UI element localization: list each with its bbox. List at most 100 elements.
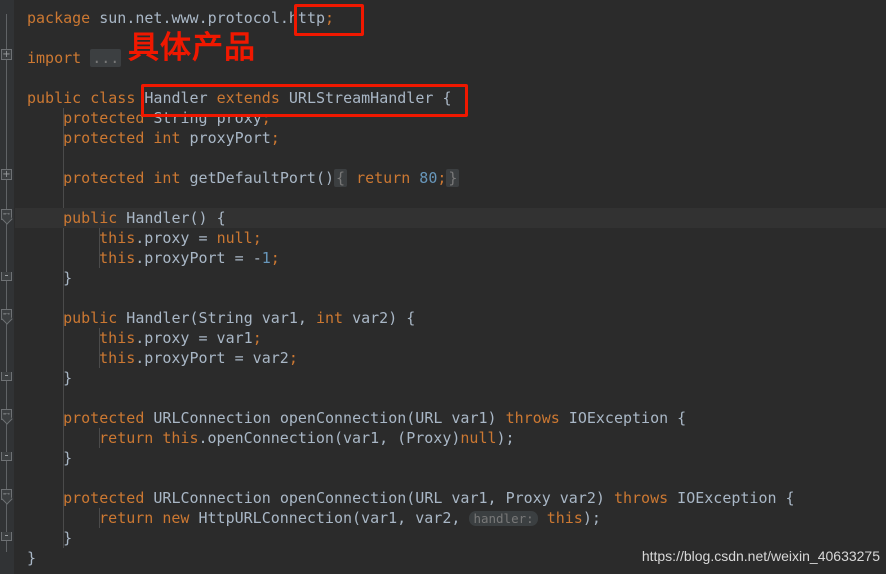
fold-end-constructor-icon[interactable] <box>1 272 12 281</box>
code-line-text: return new HttpURLConnection(var1, var2,… <box>15 508 601 529</box>
code-line[interactable] <box>15 148 63 168</box>
code-token: ; <box>252 229 262 247</box>
fold-placeholder[interactable]: { <box>334 169 348 187</box>
code-token: 1 <box>261 249 271 267</box>
code-line[interactable]: protected URLConnection openConnection(U… <box>15 488 795 508</box>
code-token: ; <box>325 9 335 27</box>
code-token: ; <box>288 349 298 367</box>
code-token: protected <box>63 169 145 187</box>
code-line[interactable]: public class Handler extends URLStreamHa… <box>15 88 451 108</box>
fold-end-openconnection1-icon[interactable] <box>1 452 12 461</box>
code-line-text: protected int proxyPort; <box>15 128 280 148</box>
code-line[interactable]: protected URLConnection openConnection(U… <box>15 408 686 428</box>
code-line[interactable]: import ... <box>15 48 122 68</box>
code-line[interactable] <box>15 68 27 88</box>
code-line[interactable]: this.proxyPort = var2; <box>15 348 298 368</box>
code-line[interactable]: this.proxyPort = -1; <box>15 248 280 268</box>
code-line-text: protected URLConnection openConnection(U… <box>15 408 686 428</box>
code-token: IOException { <box>668 489 795 507</box>
code-token: this <box>162 429 199 447</box>
code-token: ); <box>582 509 601 527</box>
editor-gutter[interactable] <box>0 0 14 574</box>
fold-end-openconnection2-icon[interactable] <box>1 532 12 541</box>
code-line[interactable] <box>15 28 27 48</box>
code-token: protected <box>63 489 145 507</box>
code-line-text: this.proxy = null; <box>15 228 262 248</box>
code-token: public <box>63 309 118 327</box>
code-token: IOException { <box>559 409 687 427</box>
fold-expand-import-icon[interactable]: + <box>1 49 12 60</box>
fold-expand-getdefaultport-icon[interactable]: + <box>1 169 12 180</box>
code-token: } <box>63 369 73 387</box>
code-token: new <box>162 509 190 527</box>
code-token: String proxy <box>144 109 262 127</box>
code-token: URLConnection openConnection(URL var1) <box>144 409 506 427</box>
code-token: ; <box>261 109 271 127</box>
code-token: .proxy = <box>135 229 217 247</box>
code-line-text: return this.openConnection(var1, (Proxy)… <box>15 428 514 448</box>
code-token: } <box>63 449 73 467</box>
code-token: this <box>99 229 136 247</box>
code-line[interactable]: public Handler(String var1, int var2) { <box>15 308 415 328</box>
code-token: extends <box>216 89 280 107</box>
code-line-text: import ... <box>15 48 122 68</box>
code-line[interactable]: return new HttpURLConnection(var1, var2,… <box>15 508 601 528</box>
code-line[interactable]: } <box>15 368 72 388</box>
code-line[interactable]: protected int proxyPort; <box>15 128 280 148</box>
code-line[interactable]: } <box>15 528 72 548</box>
code-token: int <box>153 169 181 187</box>
code-line[interactable]: } <box>15 448 72 468</box>
chinese-annotation-label: 具体产品 <box>128 30 256 66</box>
code-area[interactable]: package sun.net.www.protocol.http; import… <box>15 0 886 574</box>
code-line[interactable]: this.proxy = null; <box>15 228 262 248</box>
code-line[interactable]: protected String proxy; <box>15 108 271 128</box>
code-token: throws <box>505 409 560 427</box>
code-token: URLStreamHandler <box>279 89 443 107</box>
code-line-text: public class Handler extends URLStreamHa… <box>15 88 451 108</box>
code-token: public <box>27 89 82 107</box>
fold-placeholder[interactable]: } <box>446 169 460 187</box>
code-token: return <box>99 429 154 447</box>
code-token: } <box>63 529 73 547</box>
code-token: public <box>63 209 118 227</box>
code-line[interactable] <box>15 188 63 208</box>
code-token: return <box>356 169 411 187</box>
code-token: ; <box>270 249 280 267</box>
code-token: int <box>315 309 344 327</box>
fold-end-constructor2-icon[interactable] <box>1 372 12 381</box>
code-token: null <box>216 229 253 247</box>
code-line-text: public Handler() { <box>15 208 226 228</box>
code-line[interactable] <box>15 388 63 408</box>
code-line[interactable]: public Handler() { <box>15 208 886 228</box>
code-token: ; <box>270 129 280 147</box>
code-line[interactable] <box>15 288 63 308</box>
code-line[interactable]: protected int getDefaultPort(){ return 8… <box>15 168 460 188</box>
code-token: proxyPort <box>180 129 271 147</box>
code-line[interactable]: } <box>15 268 72 288</box>
code-line[interactable] <box>15 468 63 488</box>
code-token: var2) { <box>343 309 416 327</box>
code-token: } <box>27 549 37 567</box>
code-line-text: protected URLConnection openConnection(U… <box>15 488 795 508</box>
code-line[interactable]: return this.openConnection(var1, (Proxy)… <box>15 428 514 448</box>
code-token: } <box>63 269 73 287</box>
code-token: this <box>99 329 136 347</box>
code-token: Handler <box>135 89 217 107</box>
fold-placeholder[interactable]: ... <box>90 49 122 67</box>
code-token: this <box>546 509 583 527</box>
code-line-text: } <box>15 368 72 388</box>
code-line[interactable]: } <box>15 548 36 568</box>
code-token: this <box>99 349 136 367</box>
code-line[interactable]: package sun.net.www.protocol.http; <box>15 8 334 28</box>
watermark-url: https://blog.csdn.net/weixin_40633275 <box>641 548 880 564</box>
code-token: .proxyPort = var2 <box>135 349 289 367</box>
code-token: .openConnection(var1, (Proxy) <box>198 429 461 447</box>
code-token: .http <box>279 9 326 27</box>
code-token: URLConnection openConnection(URL var1, P… <box>144 489 614 507</box>
code-line-text: protected String proxy; <box>15 108 271 128</box>
code-line-text: public Handler(String var1, int var2) { <box>15 308 415 328</box>
code-line[interactable]: this.proxy = var1; <box>15 328 262 348</box>
code-token: HttpURLConnection(var1, var2, <box>189 509 470 527</box>
